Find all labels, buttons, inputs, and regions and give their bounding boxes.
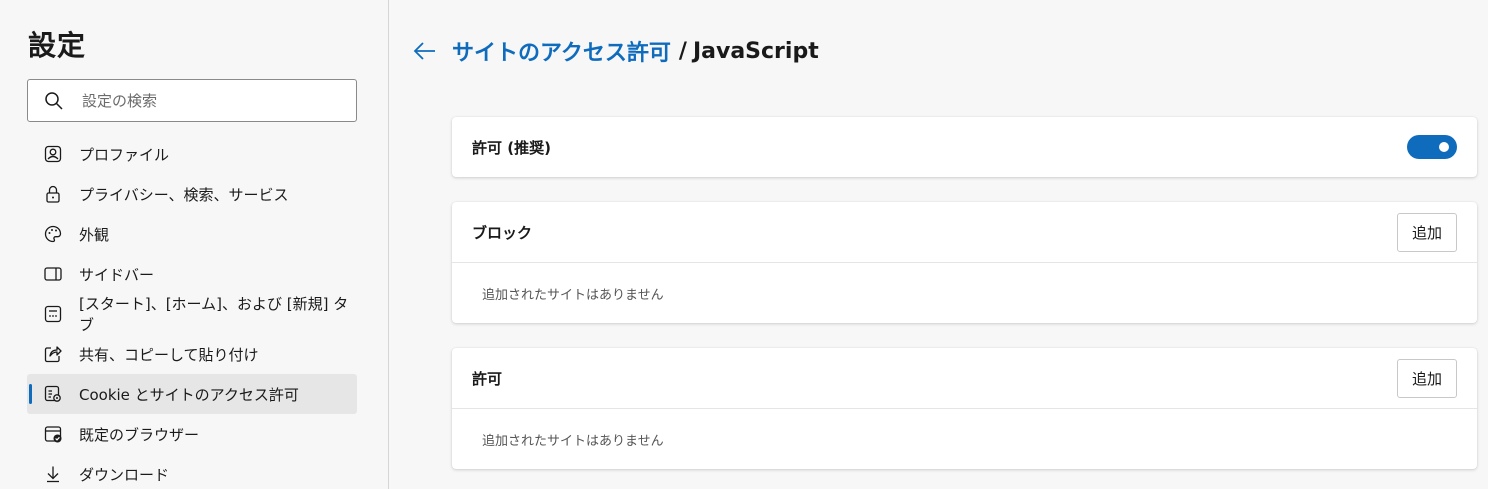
- sidebar-item-new-tab[interactable]: [スタート]、[ホーム]、および [新規] タブ: [27, 294, 357, 334]
- allow-section-title: 許可: [472, 369, 503, 388]
- lock-icon: [46, 185, 60, 203]
- sidebar-item-appearance[interactable]: 外観: [27, 214, 357, 254]
- sidebar-item-label: ダウンロード: [79, 465, 170, 484]
- share-icon: [44, 346, 62, 363]
- sidebar-item-label: プライバシー、検索、サービス: [79, 185, 289, 204]
- sidebar-item-cookies[interactable]: Cookie とサイトのアクセス許可: [27, 374, 357, 414]
- site-permissions-icon: [44, 385, 61, 402]
- sidebar-item-label: Cookie とサイトのアクセス許可: [79, 385, 299, 404]
- download-icon: [47, 466, 59, 483]
- search-input[interactable]: [82, 91, 332, 110]
- search-box[interactable]: [27, 79, 357, 122]
- block-add-button[interactable]: 追加: [1397, 212, 1457, 252]
- sidebar-item-default-browser[interactable]: 既定のブラウザー: [27, 414, 357, 454]
- breadcrumb: サイトのアクセス許可 / JavaScript: [412, 34, 819, 68]
- breadcrumb-site-permissions-link[interactable]: サイトのアクセス許可: [452, 35, 671, 67]
- allow-add-button[interactable]: 追加: [1397, 358, 1457, 398]
- allow-javascript-label: 許可 (推奨): [472, 138, 551, 157]
- sidebar-item-label: [スタート]、[ホーム]、および [新規] タブ: [79, 295, 349, 334]
- block-section-title: ブロック: [472, 223, 533, 242]
- breadcrumb-separator: /: [678, 38, 687, 64]
- new-tab-icon: [44, 305, 62, 323]
- search-icon: [45, 91, 63, 110]
- sidebar-item-label: 既定のブラウザー: [79, 425, 200, 444]
- sidebar-title: 設定: [28, 29, 87, 62]
- block-section-card: ブロック 追加 追加されたサイトはありません: [452, 202, 1477, 323]
- main-content: サイトのアクセス許可 / JavaScript 許可 (推奨) ブロック 追加 …: [390, 0, 1488, 489]
- block-empty-text: 追加されたサイトはありません: [482, 287, 664, 303]
- sidebar-nav: プロファイル プライバシー、検索、サービス 外観 サイドバー [スタート]、[ホ…: [27, 134, 357, 489]
- sidebar-item-downloads[interactable]: ダウンロード: [27, 454, 357, 489]
- back-arrow-icon[interactable]: [412, 38, 438, 64]
- allow-section-card: 許可 追加 追加されたサイトはありません: [452, 348, 1477, 469]
- sidebar-item-profile[interactable]: プロファイル: [27, 134, 357, 174]
- allow-javascript-card: 許可 (推奨): [452, 117, 1477, 177]
- sidebar-item-privacy[interactable]: プライバシー、検索、サービス: [27, 174, 357, 214]
- sidebar-item-label: プロファイル: [79, 145, 170, 164]
- palette-icon: [44, 225, 62, 243]
- sidebar-item-sidebar[interactable]: サイドバー: [27, 254, 357, 294]
- profile-icon: [44, 145, 62, 163]
- sidebar-item-share[interactable]: 共有、コピーして貼り付け: [27, 334, 357, 374]
- sidebar-item-label: サイドバー: [79, 265, 155, 284]
- allow-empty-text: 追加されたサイトはありません: [482, 433, 664, 449]
- page-title: JavaScript: [692, 38, 819, 64]
- sidebar-item-label: 外観: [79, 225, 110, 244]
- allow-javascript-toggle[interactable]: [1407, 135, 1457, 159]
- sidebar-item-label: 共有、コピーして貼り付け: [79, 345, 259, 364]
- default-browser-icon: [44, 426, 62, 443]
- sidebar: 設定 プロファイル プライバシー、検索、サービス: [0, 0, 389, 489]
- sidebar-icon: [44, 267, 62, 281]
